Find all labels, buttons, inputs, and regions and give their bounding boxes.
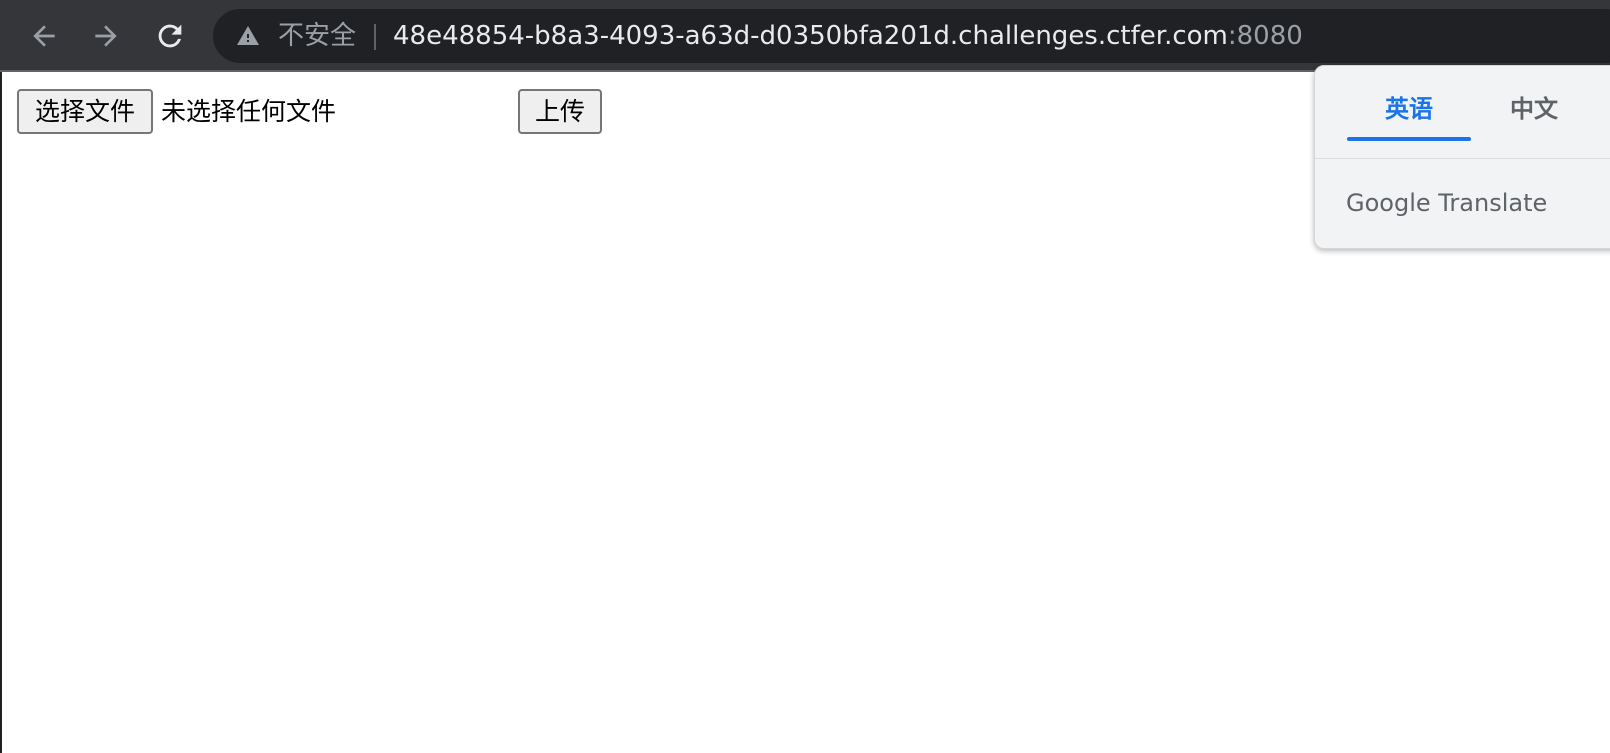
upload-button[interactable]: 上传 xyxy=(518,89,602,134)
security-divider xyxy=(374,24,376,50)
active-tab-indicator xyxy=(1347,137,1471,141)
back-arrow-icon xyxy=(33,25,55,47)
no-file-chosen-label: 未选择任何文件 xyxy=(161,97,337,126)
forward-button[interactable] xyxy=(84,14,128,58)
page-left-border xyxy=(0,72,2,753)
google-wordmark: Google xyxy=(1346,189,1431,217)
browser-window: 不安全 48e48854-b8a3-4093-a63d-d0350bfa201d… xyxy=(0,0,1610,753)
browser-toolbar: 不安全 48e48854-b8a3-4093-a63d-d0350bfa201d… xyxy=(0,0,1610,72)
back-button[interactable] xyxy=(22,14,66,58)
url-host: 48e48854-b8a3-4093-a63d-d0350bfa201d.cha… xyxy=(393,21,1228,51)
warning-triangle-icon[interactable] xyxy=(235,24,261,48)
translate-wordmark: Translate xyxy=(1438,189,1548,217)
address-bar[interactable]: 不安全 48e48854-b8a3-4093-a63d-d0350bfa201d… xyxy=(213,9,1610,63)
google-translate-logo: Google Translate xyxy=(1346,188,1547,218)
tab-source-language[interactable]: 英语 xyxy=(1385,92,1433,126)
url-port: :8080 xyxy=(1227,21,1303,51)
reload-icon xyxy=(158,24,182,48)
url-text[interactable]: 48e48854-b8a3-4093-a63d-d0350bfa201d.cha… xyxy=(393,20,1303,52)
forward-arrow-icon xyxy=(95,25,117,47)
tab-target-language[interactable]: 中文 xyxy=(1510,92,1558,126)
choose-file-button[interactable]: 选择文件 xyxy=(17,89,153,134)
popup-divider xyxy=(1315,158,1610,159)
translate-popup: 英语 中文 Google Translate xyxy=(1314,65,1610,249)
reload-button[interactable] xyxy=(148,14,192,58)
security-status-label[interactable]: 不安全 xyxy=(278,20,356,52)
